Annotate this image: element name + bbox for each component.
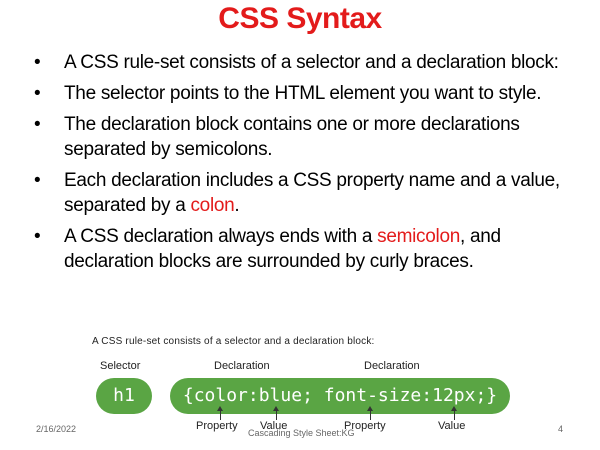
value-arrow-2	[451, 406, 457, 420]
bullet-marker: •	[34, 114, 41, 135]
bullet-item: • The declaration block contains one or …	[34, 112, 574, 162]
bullet-marker: •	[34, 83, 41, 104]
value-label-2: Value	[438, 420, 466, 432]
bullet-marker: •	[34, 226, 41, 247]
property-label-1: Property	[196, 420, 238, 432]
bullet-item: • A CSS declaration always ends with a s…	[34, 224, 574, 274]
footer-title: Cascading Style Sheet:KG	[248, 428, 355, 438]
bullet-list: • A CSS rule-set consists of a selector …	[34, 50, 574, 280]
footer-page-number: 4	[558, 424, 564, 434]
bullet-marker: •	[34, 170, 41, 191]
bullet-marker: •	[34, 52, 41, 73]
bullet-item: • The selector points to the HTML elemen…	[34, 81, 574, 106]
footer-date: 2/16/2022	[36, 424, 77, 434]
diagram-caption: A CSS rule-set consists of a selector an…	[92, 336, 375, 347]
bullet-text-segment: A CSS declaration always ends with a	[64, 226, 378, 247]
property-arrow-1	[217, 406, 223, 420]
bullet-text: A CSS rule-set consists of a selector an…	[64, 52, 559, 73]
selector-pill: h1	[96, 378, 152, 414]
bullet-text: Each declaration includes a CSS property…	[64, 170, 560, 216]
declaration-label-2: Declaration	[364, 360, 420, 372]
bullet-item: • A CSS rule-set consists of a selector …	[34, 50, 574, 75]
bullet-text: The declaration block contains one or mo…	[64, 114, 520, 160]
bullet-item: • Each declaration includes a CSS proper…	[34, 168, 574, 218]
value-arrow-1	[273, 406, 279, 420]
bullet-text-segment: .	[234, 195, 240, 216]
bullet-text: A CSS declaration always ends with a sem…	[64, 226, 501, 272]
bullet-text-segment: Each declaration includes a CSS property…	[64, 170, 560, 216]
property-arrow-2	[367, 406, 373, 420]
highlight-colon: colon	[190, 195, 235, 216]
slide: CSS Syntax • A CSS rule-set consists of …	[0, 0, 600, 450]
selector-label: Selector	[100, 360, 141, 372]
highlight-semicolon: semicolon	[377, 226, 460, 247]
bullet-text: The selector points to the HTML element …	[64, 83, 542, 104]
slide-title: CSS Syntax	[218, 2, 382, 35]
declaration-label-1: Declaration	[214, 360, 270, 372]
